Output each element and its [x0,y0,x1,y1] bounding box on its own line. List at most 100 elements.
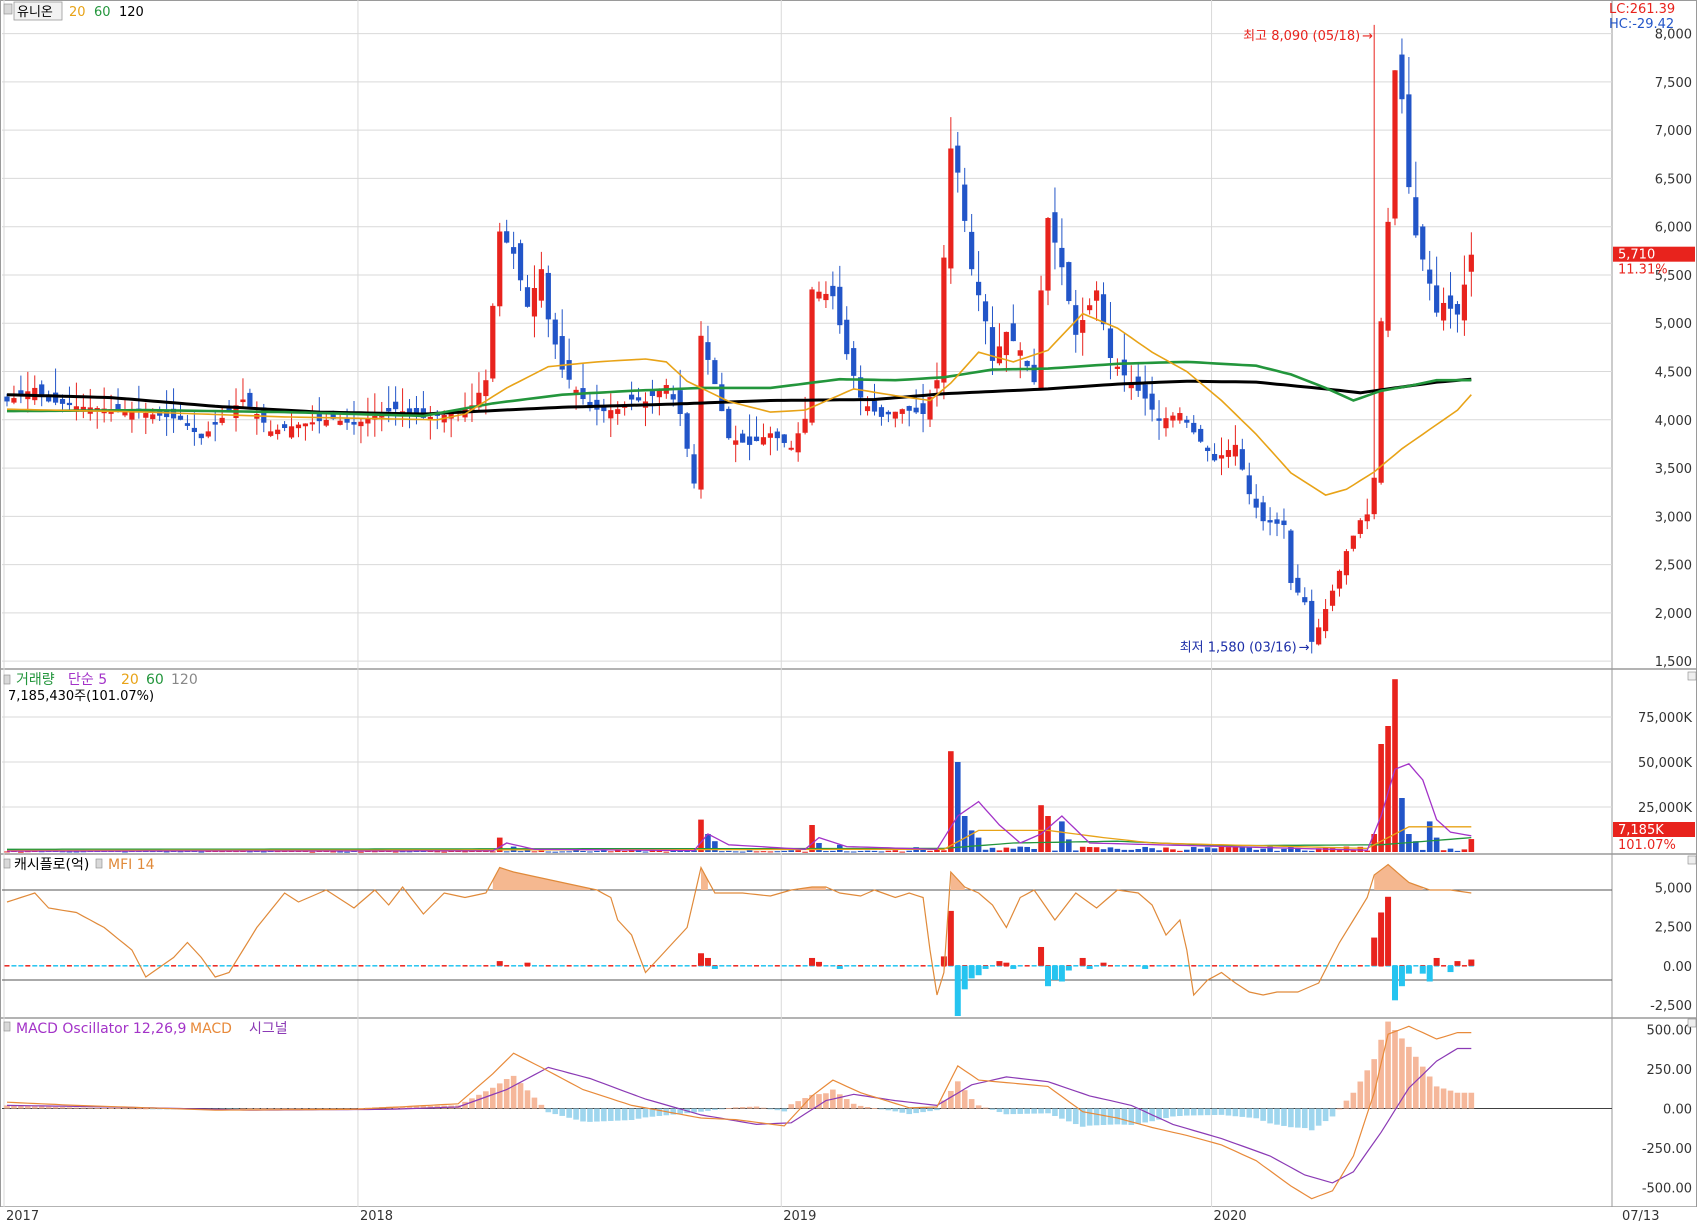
volume-bar [1440,850,1447,852]
macd-oscillator-bar [857,1105,864,1109]
volume-bar [1301,850,1308,852]
macd-oscillator-bar [1072,1108,1079,1125]
volume-bar [906,850,912,852]
volume-bar [767,851,774,853]
pane-collapse-icon[interactable] [3,3,13,15]
volume-bar [1121,849,1128,852]
macd-oscillator-bar [1093,1108,1100,1126]
price-candle [1114,366,1120,369]
price-candle [913,407,919,413]
volume-bar [1419,849,1426,852]
price-tick-label: 6,500 [1655,172,1692,187]
price-candle [864,406,871,412]
price-candle [1052,212,1058,243]
price-candle [1454,304,1461,315]
volume-bar [1253,849,1259,852]
macd-oscillator-bar [1447,1090,1454,1109]
macd-oscillator-bar [878,1108,885,1110]
price-candle [1024,360,1030,367]
volume-pct: 101.07% [1618,838,1676,853]
cashflow-bar [1038,946,1045,966]
price-candle [1364,514,1370,522]
price-candle [1163,418,1169,429]
price-candle [830,285,836,297]
price-candle [629,394,635,400]
volume-bar [823,851,829,853]
macd-oscillator-bar [288,1108,295,1110]
price-candle [1246,475,1252,495]
macd-oscillator-bar [1059,1108,1065,1119]
price-candle [288,426,295,438]
cashflow-tick-label: 0.00 [1663,960,1692,975]
volume-bar [1128,849,1135,852]
macd-oscillator-bar [510,1075,517,1109]
price-candle [1184,419,1190,423]
macd-minimize-button[interactable] [1687,1018,1697,1028]
volume-tick-label: 50,000K [1638,756,1692,771]
price-candle [844,319,850,355]
volume-bar [1079,846,1086,852]
volume-bar [1378,744,1384,852]
volume-bar [538,850,545,852]
price-candle [386,408,392,412]
macd-oscillator-bar [149,1108,156,1110]
price-candle [982,301,989,322]
volume-bar [503,851,510,853]
macd-oscillator-bar [1392,1030,1398,1109]
macd-oscillator-bar [725,1108,732,1110]
volume-bar [1072,850,1079,852]
price-candle [1420,226,1426,260]
volume-bar [545,851,552,853]
cashflow-pane-icon[interactable] [3,858,11,869]
volume-bar [927,850,933,852]
mfi-pane-icon[interactable] [95,858,103,869]
price-candle [851,348,857,376]
macd-oscillator-bar [1066,1108,1072,1122]
price-candle [1267,520,1273,523]
price-candle [275,429,281,435]
high-arrow-icon: → [1362,29,1373,44]
price-candle [1080,320,1086,333]
volume-pane-icon[interactable] [3,674,11,685]
chart-canvas[interactable]: 8,0007,5007,0006,5006,0005,5005,0004,500… [0,0,1697,1224]
price-candle [712,360,718,385]
price-candle [1309,600,1315,642]
price-candle [1253,498,1259,508]
macd-oscillator-bar [531,1097,538,1109]
cashflow-minimize-button[interactable] [1687,855,1697,865]
cashflow-bar [1392,965,1398,1001]
price-candle [1010,323,1016,342]
macd-oscillator-bar [80,1107,87,1109]
price-candle [302,423,309,427]
volume-bar [1274,850,1280,852]
macd-oscillator-bar [1225,1108,1232,1116]
volume-bar [1392,679,1398,852]
macd-oscillator-bar [621,1108,628,1121]
cashflow-bar [815,961,822,966]
volume-title: 거래량 [16,672,55,688]
price-candle [1156,418,1162,421]
price-candle [816,291,822,299]
macd-oscillator-bar [906,1108,912,1115]
macd-pane-icon[interactable] [3,1021,11,1032]
price-candle [1399,54,1405,100]
volume-bar [1107,847,1114,852]
macd-oscillator-bar [698,1108,704,1112]
macd-oscillator-bar [719,1108,725,1110]
price-candle [1087,305,1093,311]
price-candle [760,437,767,445]
price-candle [1468,254,1474,272]
price-candle [955,145,961,173]
volume-bar [774,851,781,853]
macd-oscillator-bar [476,1094,482,1109]
cashflow-bar [704,957,711,966]
macd-oscillator-bar [566,1108,572,1118]
macd-oscillator-bar [899,1108,906,1113]
volume-bar [1461,849,1468,852]
volume-bar [899,851,906,853]
volume-minimize-button[interactable] [1687,671,1697,681]
price-candle [885,411,891,415]
macd-oscillator-bar [503,1079,510,1109]
price-tick-label: 7,000 [1655,124,1692,139]
price-candle [1059,247,1065,268]
